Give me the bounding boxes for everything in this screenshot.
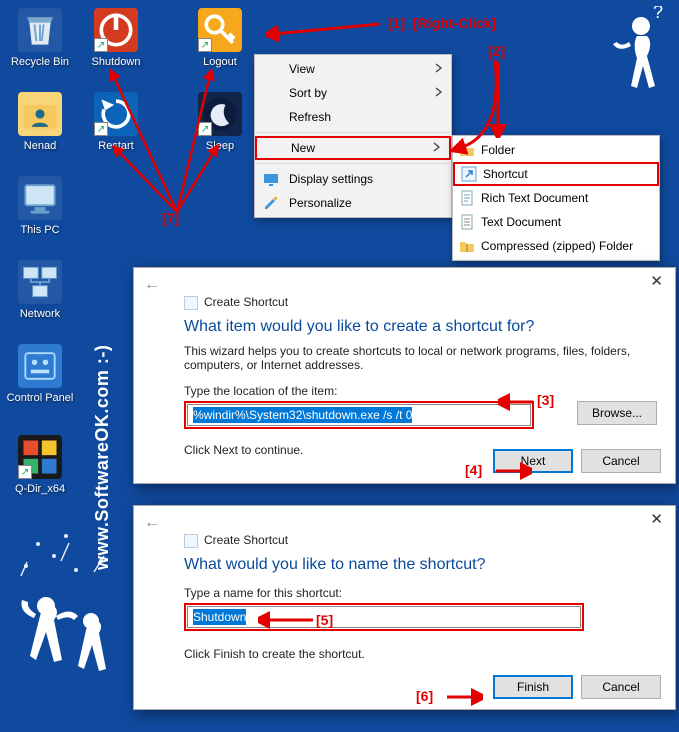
dialog-title-icon	[184, 534, 198, 548]
network-icon	[18, 260, 62, 304]
dialog-title: Create Shortcut	[184, 295, 288, 310]
menu-item-label: Refresh	[289, 110, 331, 124]
svg-text:?: ?	[653, 6, 663, 22]
menu-item-label: View	[289, 62, 315, 76]
menu-item-label: Display settings	[289, 172, 373, 186]
submenu-zip-folder[interactable]: Compressed (zipped) Folder	[453, 234, 659, 258]
desktop-this-pc[interactable]: This PC	[4, 176, 76, 236]
arrow-icon	[258, 610, 318, 630]
personalize-icon	[263, 195, 279, 211]
desktop-icon-label: This PC	[4, 224, 76, 236]
browse-button[interactable]: Browse...	[577, 401, 657, 425]
menu-item-label: Personalize	[289, 196, 352, 210]
desktop-nenad[interactable]: Nenad	[4, 92, 76, 152]
submenu-shortcut[interactable]: Shortcut	[453, 162, 659, 186]
create-shortcut-dialog-1: ✕ ← Create Shortcut What item would you …	[133, 267, 676, 484]
arrow-icon	[492, 461, 532, 481]
key-icon: ↗	[198, 8, 242, 52]
menu-personalize[interactable]: Personalize	[255, 191, 451, 215]
computer-icon	[18, 176, 62, 220]
user-folder-icon	[18, 92, 62, 136]
display-settings-icon	[263, 171, 279, 187]
arrow-icon	[443, 687, 483, 707]
recycle-bin-icon	[18, 8, 62, 52]
celebrating-people-icon	[6, 506, 136, 726]
rich-text-icon	[459, 190, 475, 206]
cancel-button[interactable]: Cancel	[581, 675, 661, 699]
desktop-icon-label: Nenad	[4, 140, 76, 152]
desktop-control-panel[interactable]: Control Panel	[4, 344, 76, 404]
shortcut-overlay-icon: ↗	[18, 465, 32, 479]
thinking-person-icon: ?	[601, 6, 671, 126]
submenu-item-label: Text Document	[481, 215, 561, 229]
qdir-icon: ↗	[18, 435, 62, 479]
desktop-icon-label: Recycle Bin	[4, 56, 76, 68]
dialog-heading: What would you like to name the shortcut…	[184, 556, 657, 574]
name-input[interactable]: Shutdown	[187, 606, 581, 628]
close-button[interactable]: ✕	[642, 270, 671, 292]
menu-separator	[256, 163, 450, 164]
dialog-title: Create Shortcut	[184, 533, 288, 548]
annotation-6: [6]	[416, 688, 433, 704]
location-input[interactable]: %windir%\System32\shutdown.exe /s /t 0	[187, 404, 531, 426]
text-doc-icon	[459, 214, 475, 230]
power-icon: ↗	[94, 8, 138, 52]
submenu-item-label: Rich Text Document	[481, 191, 588, 205]
menu-item-label: Sort by	[289, 86, 327, 100]
zip-folder-icon	[459, 238, 475, 254]
arrow-icon	[498, 392, 538, 412]
annotation-5: [5]	[316, 612, 333, 628]
annotation-1: [1] [Right-Click]	[388, 15, 496, 31]
annotation-4: [4]	[465, 462, 482, 478]
name-label: Type a name for this shortcut:	[184, 586, 657, 600]
submenu-text-document[interactable]: Text Document	[453, 210, 659, 234]
finish-button[interactable]: Finish	[493, 675, 573, 699]
submenu-rich-text-document[interactable]: Rich Text Document	[453, 186, 659, 210]
dialog-title-icon	[184, 296, 198, 310]
control-panel-icon	[18, 344, 62, 388]
dialog-heading: What item would you like to create a sho…	[184, 318, 657, 336]
desktop-recycle-bin[interactable]: Recycle Bin	[4, 8, 76, 68]
annotation-3: [3]	[537, 392, 554, 408]
submenu-item-label: Shortcut	[483, 167, 528, 181]
menu-item-label: New	[291, 141, 315, 155]
back-button[interactable]: ←	[144, 276, 160, 294]
submenu-item-label: Compressed (zipped) Folder	[481, 239, 633, 253]
desktop-qdir[interactable]: ↗ Q-Dir_x64	[4, 435, 76, 495]
annotation-2: [2]	[488, 43, 505, 59]
arrow-icon	[488, 60, 528, 138]
desktop-network[interactable]: Network	[4, 260, 76, 320]
menu-display-settings[interactable]: Display settings	[255, 167, 451, 191]
create-shortcut-dialog-2: ✕ ← Create Shortcut What would you like …	[133, 505, 676, 710]
desktop-icon-label: Network	[4, 308, 76, 320]
cancel-button[interactable]: Cancel	[581, 449, 661, 473]
desktop-icon-label: Control Panel	[4, 392, 76, 404]
dialog-description: This wizard helps you to create shortcut…	[184, 344, 657, 372]
desktop-icon-label: Q-Dir_x64	[4, 483, 76, 495]
back-button[interactable]: ←	[144, 514, 160, 532]
arrow-fan-icon	[95, 50, 245, 220]
arrow-icon	[265, 12, 385, 42]
close-button[interactable]: ✕	[642, 508, 671, 530]
dialog-hint: Click Finish to create the shortcut.	[184, 647, 657, 661]
location-label: Type the location of the item:	[184, 384, 657, 398]
shortcut-icon	[461, 166, 477, 182]
